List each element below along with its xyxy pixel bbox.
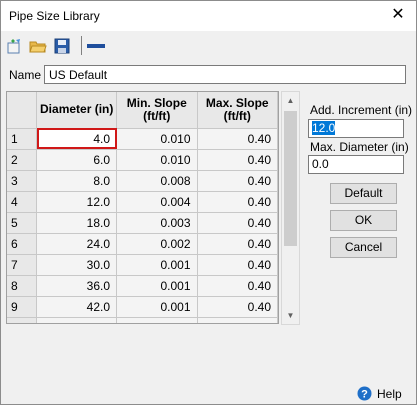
max-slope-cell[interactable]: 0.40: [197, 170, 278, 192]
max-slope-cell[interactable]: 0.40: [197, 233, 278, 255]
row-header[interactable]: 9: [7, 296, 38, 318]
column-header-max-slope[interactable]: Max. Slope (ft/ft): [197, 92, 278, 129]
default-button[interactable]: Default: [330, 183, 397, 204]
name-label: Name: [9, 68, 42, 82]
min-slope-cell[interactable]: 0.010: [116, 149, 198, 171]
diameter-cell[interactable]: 4.0: [36, 128, 118, 150]
max-slope-cell[interactable]: 0.40: [197, 254, 278, 276]
table-row[interactable]: 5 18.0 0.003 0.40: [7, 212, 278, 234]
help-label: Help: [377, 387, 402, 401]
pipe-size-grid: Diameter (in) Min. Slope (ft/ft) Max. Sl…: [6, 91, 279, 324]
add-increment-value: 12.0: [312, 121, 336, 135]
name-input[interactable]: [44, 65, 406, 84]
diameter-cell[interactable]: 30.0: [36, 254, 118, 276]
row-header[interactable]: 8: [7, 275, 38, 297]
open-folder-icon[interactable]: [29, 37, 47, 55]
max-slope-cell[interactable]: 0.40: [197, 275, 278, 297]
toolbar-separator: [81, 36, 82, 55]
row-header[interactable]: 10: [7, 317, 38, 323]
cancel-button[interactable]: Cancel: [330, 237, 397, 258]
min-slope-cell[interactable]: 0.002: [116, 233, 198, 255]
table-row[interactable]: 4 12.0 0.004 0.40: [7, 191, 278, 213]
max-slope-cell[interactable]: 0.40: [197, 191, 278, 213]
table-row[interactable]: 1048.00.0010.40: [7, 317, 278, 323]
close-button[interactable]: ✕: [388, 5, 408, 25]
table-row[interactable]: 7 30.0 0.001 0.40: [7, 254, 278, 276]
ok-button[interactable]: OK: [330, 210, 397, 231]
row-header[interactable]: 5: [7, 212, 38, 234]
min-slope-cell[interactable]: 0.008: [116, 170, 198, 192]
svg-text:?: ?: [361, 389, 368, 401]
row-header[interactable]: 7: [7, 254, 38, 276]
min-slope-cell[interactable]: 0.010: [116, 128, 198, 150]
diameter-cell[interactable]: 36.0: [36, 275, 118, 297]
scrollbar-thumb[interactable]: [284, 111, 297, 246]
table-row[interactable]: 3 8.0 0.008 0.40: [7, 170, 278, 192]
min-slope-cell[interactable]: 0.001: [116, 275, 198, 297]
min-slope-cell[interactable]: 0.001: [116, 254, 198, 276]
table-row[interactable]: 8 36.0 0.001 0.40: [7, 275, 278, 297]
min-slope-cell[interactable]: 0.003: [116, 212, 198, 234]
row-header[interactable]: 3: [7, 170, 38, 192]
diameter-cell[interactable]: 18.0: [36, 212, 118, 234]
diameter-cell[interactable]: 8.0: [36, 170, 118, 192]
max-diameter-label: Max. Diameter (in): [310, 140, 409, 154]
table-row[interactable]: 6 24.0 0.002 0.40: [7, 233, 278, 255]
new-icon[interactable]: [5, 37, 23, 55]
row-header[interactable]: 6: [7, 233, 38, 255]
min-slope-cell[interactable]: 0.001: [116, 317, 198, 323]
line-icon[interactable]: [87, 37, 105, 55]
diameter-cell[interactable]: 24.0: [36, 233, 118, 255]
row-header[interactable]: 1: [7, 128, 38, 150]
save-icon[interactable]: [53, 37, 71, 55]
grid-corner: [7, 92, 38, 129]
diameter-cell[interactable]: 12.0: [36, 191, 118, 213]
pipe-size-table: Diameter (in) Min. Slope (ft/ft) Max. Sl…: [7, 92, 278, 323]
window-title: Pipe Size Library: [9, 9, 100, 23]
table-row[interactable]: 9 42.0 0.001 0.40: [7, 296, 278, 318]
max-slope-cell[interactable]: 0.40: [197, 296, 278, 318]
help-icon: ?: [357, 386, 372, 401]
table-row[interactable]: 2 6.0 0.010 0.40: [7, 149, 278, 171]
column-header-min-slope[interactable]: Min. Slope (ft/ft): [116, 92, 198, 129]
scroll-up-icon[interactable]: ▲: [282, 92, 299, 109]
add-increment-input[interactable]: 12.0: [308, 119, 404, 138]
max-diameter-input[interactable]: 0.0: [308, 155, 404, 174]
max-slope-cell[interactable]: 0.40: [197, 212, 278, 234]
diameter-cell[interactable]: 42.0: [36, 296, 118, 318]
diameter-cell[interactable]: 48.0: [36, 317, 118, 323]
row-header[interactable]: 4: [7, 191, 38, 213]
max-slope-cell[interactable]: 0.40: [197, 317, 278, 323]
table-row[interactable]: 1 4.0 0.010 0.40: [7, 128, 278, 150]
add-increment-label: Add. Increment (in): [310, 103, 413, 117]
row-header[interactable]: 2: [7, 149, 38, 171]
min-slope-cell[interactable]: 0.004: [116, 191, 198, 213]
title-bar: Pipe Size Library ✕: [1, 1, 416, 31]
max-slope-cell[interactable]: 0.40: [197, 149, 278, 171]
max-diameter-value: 0.0: [312, 157, 329, 171]
diameter-cell[interactable]: 6.0: [36, 149, 118, 171]
pipe-size-library-dialog: Pipe Size Library ✕ Name US Default Diam…: [0, 0, 417, 405]
scroll-down-icon[interactable]: ▼: [282, 307, 299, 324]
min-slope-cell[interactable]: 0.001: [116, 296, 198, 318]
grid-vertical-scrollbar[interactable]: ▲ ▼: [281, 91, 300, 325]
max-slope-cell[interactable]: 0.40: [197, 128, 278, 150]
column-header-diameter[interactable]: Diameter (in): [36, 92, 118, 129]
toolbar: [5, 35, 205, 57]
